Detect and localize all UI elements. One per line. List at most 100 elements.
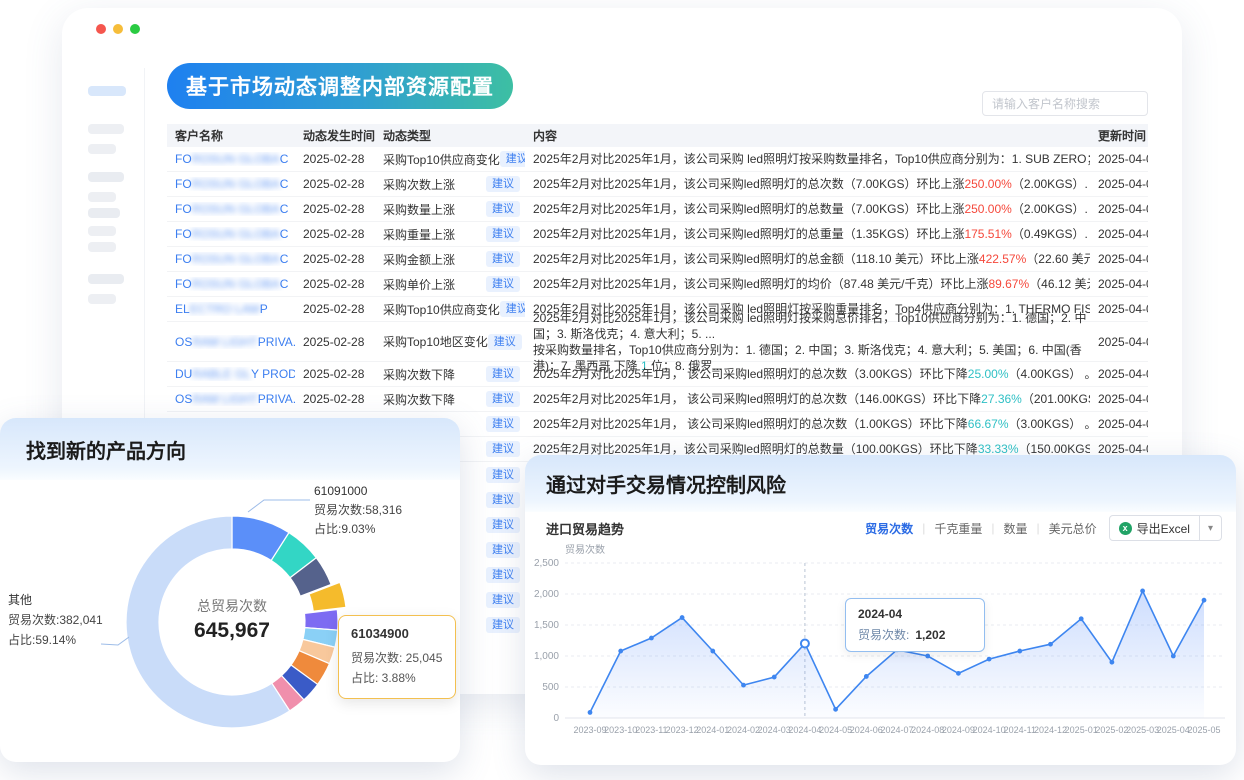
x-tick-label: 2024-06 xyxy=(850,725,883,735)
dynamic-content: 2025年2月对比2025年1月， 该公司采购led照明灯的总次数（146.00… xyxy=(525,392,1090,407)
x-tick-label: 2024-09 xyxy=(942,725,975,735)
data-point[interactable] xyxy=(649,636,654,641)
dynamic-date: 2025-02-28 xyxy=(295,335,375,349)
data-point[interactable] xyxy=(956,671,961,676)
suggestion-badge: 建议 xyxy=(486,366,520,382)
export-excel-button[interactable]: x 导出Excel ▾ xyxy=(1109,515,1222,541)
dynamic-content: 2025年2月对比2025年1月，该公司采购 led照明灯按采购总价排名，Top… xyxy=(525,310,1090,374)
dynamic-content: 2025年2月对比2025年1月，该公司采购led照明灯的均价（87.48 美元… xyxy=(525,277,1090,292)
metric-tab-1[interactable]: 贸易次数 xyxy=(865,520,913,537)
excel-icon: x xyxy=(1119,522,1132,535)
dynamic-date: 2025-02-28 xyxy=(295,277,375,291)
data-point[interactable] xyxy=(1017,649,1022,654)
skeleton-bar xyxy=(88,226,116,236)
x-tick-label: 2025-02 xyxy=(1095,725,1128,735)
dynamic-content: 2025年2月对比2025年1月，该公司采购led照明灯的总金额（118.10 … xyxy=(525,252,1090,267)
x-tick-label: 2024-01 xyxy=(696,725,729,735)
x-tick-label: 2024-08 xyxy=(911,725,944,735)
data-point[interactable] xyxy=(741,683,746,688)
data-point[interactable] xyxy=(1048,642,1053,647)
chart-subtitle: 进口贸易趋势 xyxy=(546,519,624,538)
donut-label-other: 其他 贸易次数:382,041 占比:59.14% xyxy=(8,590,103,650)
customer-name-link[interactable]: ELECTRO LAM P xyxy=(167,302,295,316)
table-row: OSRAM LIGHT PRIVA... 2025-02-28采购Top10地区… xyxy=(167,322,1148,362)
col-customer-name: 客户名称 xyxy=(167,127,295,144)
customer-name-link[interactable]: FOROSUN GLOBA C xyxy=(167,202,295,216)
data-point[interactable] xyxy=(680,615,685,620)
data-point[interactable] xyxy=(618,649,623,654)
suggestion-badge: 建议 xyxy=(486,567,520,583)
update-date: 2025-04-01 xyxy=(1090,177,1148,191)
customer-name-link[interactable]: OSRAM LIGHT PRIVA... xyxy=(167,392,295,406)
x-tick-label: 2023-10 xyxy=(604,725,637,735)
table-row: DURABLE GL Y PROD...2025-02-28采购次数下降建议20… xyxy=(167,362,1148,387)
update-date: 2025-04-01 xyxy=(1090,417,1148,431)
update-date: 2025-04-01 xyxy=(1090,252,1148,266)
data-point[interactable] xyxy=(1171,654,1176,659)
data-point[interactable] xyxy=(1079,616,1084,621)
window-zoom-button[interactable] xyxy=(130,24,140,34)
y-tick-label: 0 xyxy=(553,713,559,724)
table-row: FOROSUN GLOBA C2025-02-28采购重量上涨建议2025年2月… xyxy=(167,222,1148,247)
data-point[interactable] xyxy=(864,674,869,679)
skeleton-bar xyxy=(88,242,116,252)
data-point[interactable] xyxy=(772,675,777,680)
dynamic-date: 2025-02-28 xyxy=(295,227,375,241)
col-content: 内容 xyxy=(525,127,1090,144)
line-chart[interactable]: 05001,0001,5002,0002,500贸易次数 2023-092023… xyxy=(525,543,1236,765)
skeleton-bar xyxy=(88,124,124,134)
data-point[interactable] xyxy=(1202,598,1207,603)
panel-risk-control: 通过对手交易情况控制风险 进口贸易趋势 贸易次数|千克重量|数量|美元总价 x … xyxy=(525,455,1236,765)
y-tick-label: 2,000 xyxy=(534,589,559,600)
customer-name-link[interactable]: FOROSUN GLOBA C xyxy=(167,277,295,291)
sidebar-divider xyxy=(144,68,145,428)
donut-callout-61091000: 61091000 贸易次数:58,316 占比:9.03% xyxy=(314,482,402,539)
highlighted-data-point[interactable] xyxy=(801,639,809,647)
customer-name-link[interactable]: FOROSUN GLOBA C xyxy=(167,227,295,241)
y-axis-title: 贸易次数 xyxy=(565,543,605,556)
x-tick-label: 2023-09 xyxy=(573,725,606,735)
update-date: 2025-04-01 xyxy=(1090,152,1148,166)
donut-tooltip: 61034900 贸易次数: 25,045 占比: 3.88% xyxy=(338,615,456,699)
update-date: 2025-04-01 xyxy=(1090,367,1148,381)
customer-name-link[interactable]: FOROSUN GLOBA C xyxy=(167,252,295,266)
data-point[interactable] xyxy=(1140,589,1145,594)
x-tick-label: 2024-10 xyxy=(973,725,1006,735)
metric-tab-3[interactable]: 数量 xyxy=(1003,520,1027,537)
dynamic-date: 2025-02-28 xyxy=(295,202,375,216)
update-date: 2025-04-01 xyxy=(1090,202,1148,216)
customer-name-link[interactable]: FOROSUN GLOBA C xyxy=(167,177,295,191)
customer-name-link[interactable]: OSRAM LIGHT PRIVA... xyxy=(167,335,295,349)
data-point[interactable] xyxy=(588,710,593,715)
chevron-down-icon[interactable]: ▾ xyxy=(1200,523,1221,534)
dynamic-date: 2025-02-28 xyxy=(295,152,375,166)
update-date: 2025-04-01 xyxy=(1090,227,1148,241)
data-point[interactable] xyxy=(925,654,930,659)
table-row: FOROSUN GLOBA C2025-02-28采购Top10供应商变化建议2… xyxy=(167,147,1148,172)
data-point[interactable] xyxy=(833,707,838,712)
metric-tab-2[interactable]: 千克重量 xyxy=(934,520,982,537)
x-tick-label: 2025-01 xyxy=(1065,725,1098,735)
table-row: FOROSUN GLOBA C2025-02-28采购数量上涨建议2025年2月… xyxy=(167,197,1148,222)
data-point[interactable] xyxy=(1110,660,1115,665)
col-dynamic-time: 动态发生时间 xyxy=(295,127,375,144)
window-minimize-button[interactable] xyxy=(113,24,123,34)
update-date: 2025-04-01 xyxy=(1090,392,1148,406)
table-row: FOROSUN GLOBA C2025-02-28采购单价上涨建议2025年2月… xyxy=(167,272,1148,297)
x-tick-label: 2025-03 xyxy=(1126,725,1159,735)
suggestion-badge: 建议 xyxy=(486,492,520,508)
data-point[interactable] xyxy=(710,649,715,654)
customer-name-link[interactable]: FOROSUN GLOBA C xyxy=(167,152,295,166)
window-close-button[interactable] xyxy=(96,24,106,34)
suggestion-badge: 建议 xyxy=(486,467,520,483)
col-update-time: 更新时间 xyxy=(1090,127,1148,144)
search-input[interactable] xyxy=(983,97,1151,111)
dynamic-type: 采购次数上涨建议 xyxy=(375,176,525,193)
data-point[interactable] xyxy=(987,657,992,662)
dynamic-type: 采购Top10地区变化建议 xyxy=(375,333,525,350)
table-row: FOROSUN GLOBA C2025-02-28采购次数上涨建议2025年2月… xyxy=(167,172,1148,197)
dynamic-type: 采购金额上涨建议 xyxy=(375,251,525,268)
customer-name-link[interactable]: DURABLE GL Y PROD... xyxy=(167,367,295,381)
x-tick-label: 2024-02 xyxy=(727,725,760,735)
metric-tab-4[interactable]: 美元总价 xyxy=(1049,520,1097,537)
